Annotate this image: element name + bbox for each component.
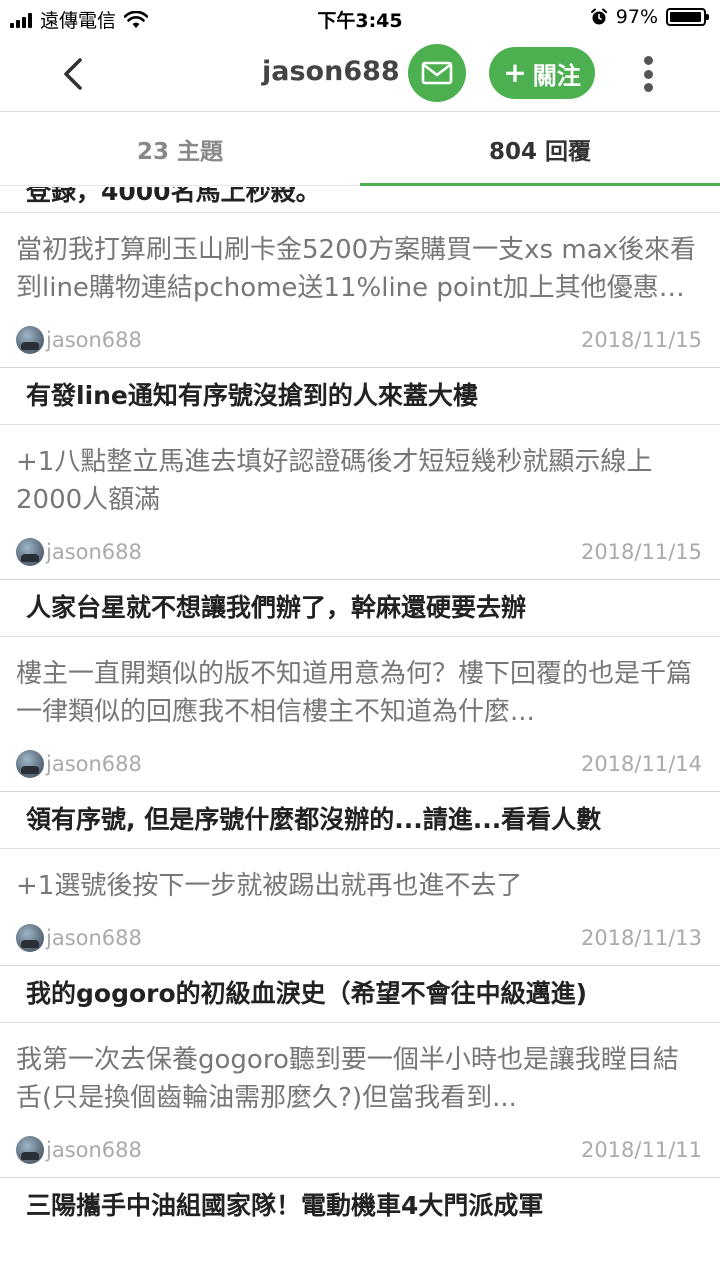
profile-tabs: 23 主題 804 回覆 bbox=[0, 112, 720, 186]
reply-date: 2018/11/13 bbox=[580, 926, 702, 950]
status-right: 97% bbox=[590, 6, 709, 28]
reply-author: jason688 bbox=[46, 1138, 142, 1162]
status-bar: 遠傳電信 下午3:45 97% bbox=[0, 0, 720, 36]
avatar bbox=[16, 1136, 44, 1164]
reply-author: jason688 bbox=[46, 540, 142, 564]
tab-replies[interactable]: 804 回覆 bbox=[360, 112, 720, 186]
reply-item[interactable]: +1八點整立馬進去填好認證碼後才短短幾秒就顯示線上2000人額滿 jason68… bbox=[0, 425, 720, 580]
reply-text: 我第一次去保養gogoro聽到要一個半小時也是讓我瞠目結舌(只是換個齒輪油需那麼… bbox=[16, 1045, 679, 1113]
reply-meta: jason688 2018/11/15 bbox=[16, 535, 704, 569]
reply-meta: jason688 2018/11/15 bbox=[16, 323, 704, 357]
profile-username: jason688 bbox=[262, 56, 400, 87]
more-options-icon[interactable] bbox=[638, 54, 658, 94]
reply-author: jason688 bbox=[46, 926, 142, 950]
plus-icon: + bbox=[503, 56, 527, 89]
reply-date: 2018/11/11 bbox=[580, 1138, 702, 1162]
battery-fill bbox=[670, 12, 702, 22]
thread-title[interactable]: 有發line通知有序號沒搶到的人來蓋大樓 bbox=[0, 368, 720, 425]
avatar bbox=[16, 924, 44, 952]
reply-item[interactable]: 當初我打算刷玉山刷卡金5200方案購買一支xs max後來看到line購物連結p… bbox=[0, 213, 720, 368]
follow-button[interactable]: + 關注 bbox=[489, 47, 595, 99]
reply-meta: jason688 2018/11/13 bbox=[16, 921, 704, 955]
reply-text: +1八點整立馬進去填好認證碼後才短短幾秒就顯示線上2000人額滿 bbox=[16, 447, 653, 515]
reply-date: 2018/11/14 bbox=[580, 752, 702, 776]
partial-thread-title[interactable]: 登錄，4000名馬上秒殺。 bbox=[0, 187, 720, 213]
avatar bbox=[16, 326, 44, 354]
thread-title[interactable]: 我的gogoro的初級血淚史（希望不會往中級邁進) bbox=[0, 966, 720, 1023]
reply-meta: jason688 2018/11/14 bbox=[16, 747, 704, 781]
reply-text: +1選號後按下一步就被踢出就再也進不去了 bbox=[16, 871, 523, 901]
alarm-icon bbox=[590, 8, 607, 25]
reply-item[interactable]: 我第一次去保養gogoro聽到要一個半小時也是讓我瞠目結舌(只是換個齒輪油需那麼… bbox=[0, 1023, 720, 1178]
navigation-bar: jason688 + 關注 bbox=[0, 36, 720, 112]
reply-meta: jason688 2018/11/11 bbox=[16, 1133, 704, 1167]
envelope-icon bbox=[421, 61, 453, 85]
reply-date: 2018/11/15 bbox=[580, 328, 702, 352]
avatar bbox=[16, 750, 44, 778]
avatar bbox=[16, 538, 44, 566]
follow-label: 關注 bbox=[532, 61, 581, 90]
thread-title[interactable]: 領有序號, 但是序號什麼都沒辦的...請進...看看人數 bbox=[0, 792, 720, 849]
reply-text: 當初我打算刷玉山刷卡金5200方案購買一支xs max後來看到line購物連結p… bbox=[16, 235, 697, 303]
battery-icon bbox=[666, 8, 709, 26]
thread-title[interactable]: 人家台星就不想讓我們辦了，幹麻還硬要去辦 bbox=[0, 580, 720, 637]
tab-topics[interactable]: 23 主題 bbox=[0, 112, 360, 185]
reply-feed: 登錄，4000名馬上秒殺。 當初我打算刷玉山刷卡金5200方案購買一支xs ma… bbox=[0, 187, 720, 1280]
reply-author: jason688 bbox=[46, 752, 142, 776]
reply-date: 2018/11/15 bbox=[580, 540, 702, 564]
message-button[interactable] bbox=[408, 44, 466, 102]
reply-author: jason688 bbox=[46, 328, 142, 352]
reply-item[interactable]: +1選號後按下一步就被踢出就再也進不去了 jason688 2018/11/13 bbox=[0, 849, 720, 966]
reply-text: 樓主一直開類似的版不知道用意為何？樓下回覆的也是千篇一律類似的回應我不相信樓主不… bbox=[16, 659, 693, 727]
reply-item[interactable]: 樓主一直開類似的版不知道用意為何？樓下回覆的也是千篇一律類似的回應我不相信樓主不… bbox=[0, 637, 720, 792]
partial-thread-title-text: 登錄，4000名馬上秒殺。 bbox=[26, 187, 321, 206]
chevron-left-icon[interactable] bbox=[54, 54, 94, 94]
thread-title[interactable]: 三陽攜手中油組國家隊！電動機車4大門派成軍 bbox=[0, 1178, 720, 1218]
battery-percent: 97% bbox=[615, 6, 658, 28]
